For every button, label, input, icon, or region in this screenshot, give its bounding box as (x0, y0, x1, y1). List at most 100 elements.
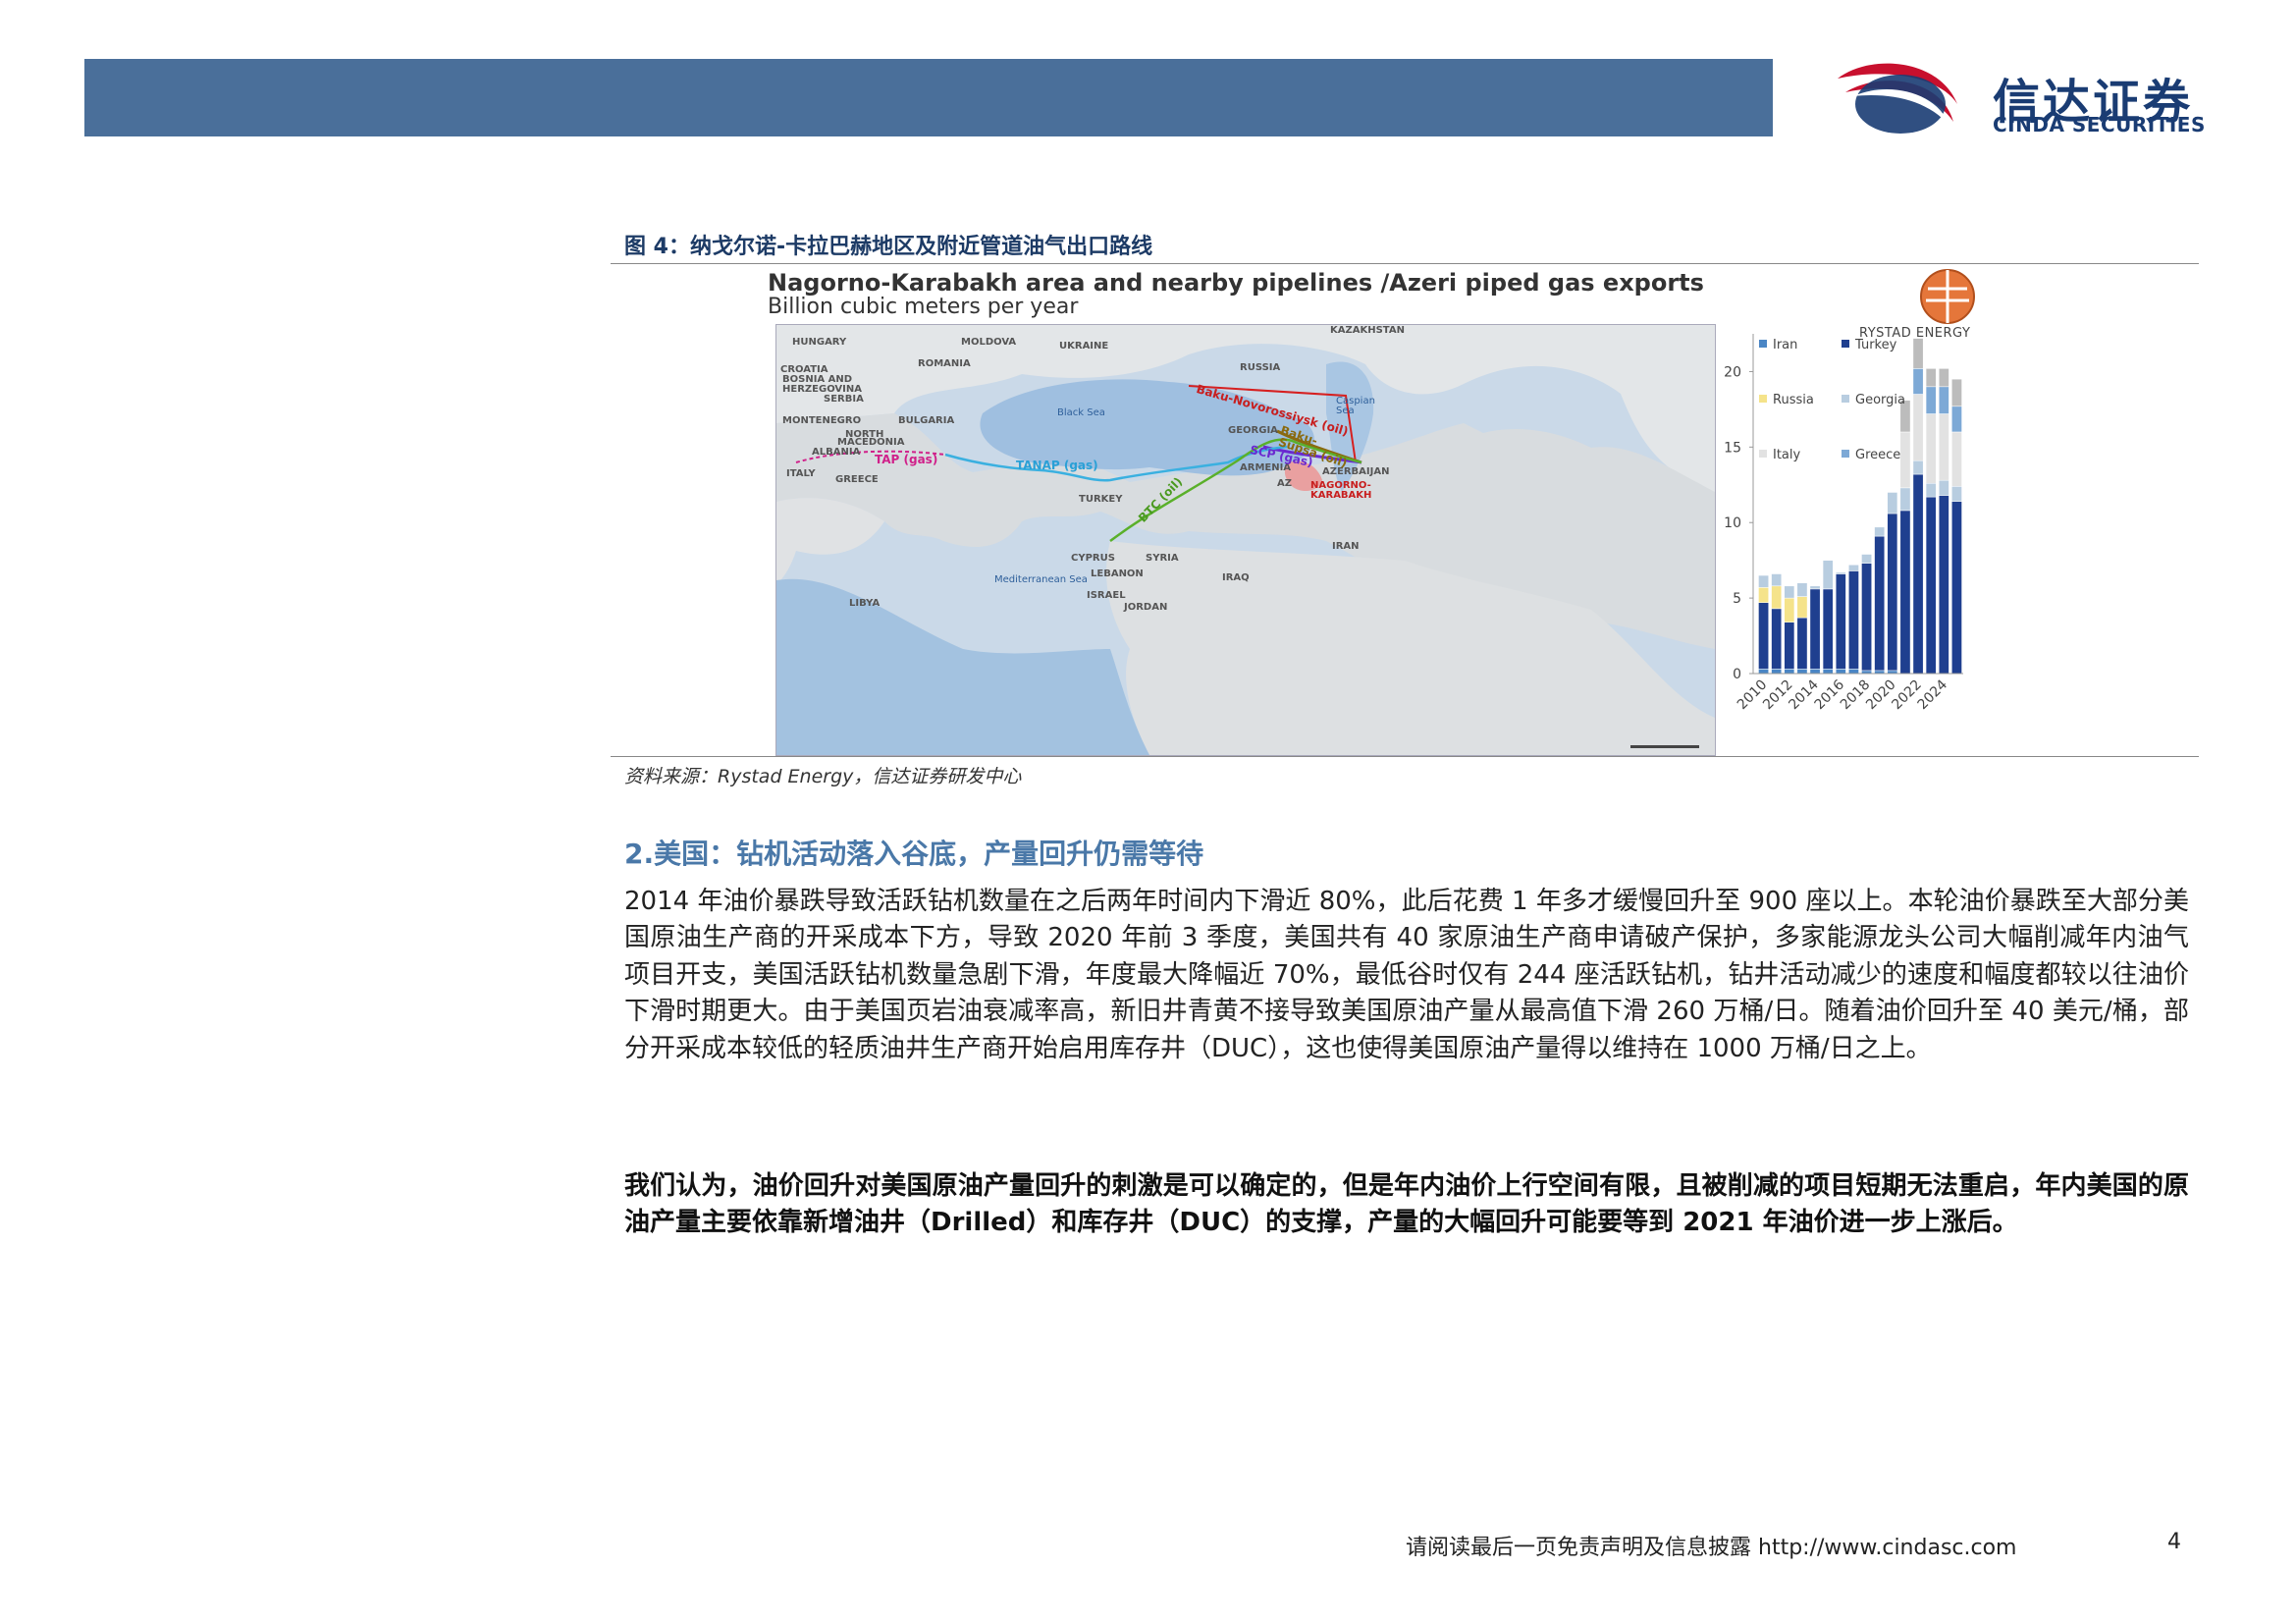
bar-segment (1835, 573, 1846, 670)
bar-segment (1848, 565, 1859, 571)
bar-segment (1938, 495, 1949, 675)
bar-segment (1938, 479, 1949, 496)
bar-segment (1861, 554, 1872, 564)
y-tick-label: 20 (1724, 364, 1741, 380)
bar-segment (1758, 602, 1769, 670)
figure-title: Nagorno-Karabakh area and nearby pipelin… (768, 269, 1704, 297)
map-label-country: MOLDOVA (961, 337, 1017, 348)
region-label-karabakh: KARABAKH (1310, 490, 1372, 501)
legend-label: Greece (1855, 448, 1900, 462)
bar-segment (1771, 573, 1783, 587)
bar-segment (1925, 413, 1937, 484)
legend-swatch (1759, 395, 1767, 403)
map-label-country: ITALY (786, 468, 816, 479)
bar-segment (1925, 368, 1937, 388)
map-label-country: CYPRUS (1071, 553, 1115, 564)
map-label-country: IRAN (1332, 541, 1360, 552)
map-label-country: LEBANON (1091, 568, 1144, 579)
map-label-country: HUNGARY (792, 337, 847, 348)
bar-segment (1758, 669, 1769, 675)
map-label-country: AZ (1277, 478, 1292, 489)
map-label-country: MONTENEGRO (782, 415, 862, 426)
bar-segment (1887, 492, 1898, 514)
caption-rule (611, 263, 2199, 264)
bar-segment (1887, 513, 1898, 672)
map-label-country: TURKEY (1079, 494, 1123, 505)
bar-segment (1771, 669, 1783, 675)
legend-swatch (1842, 450, 1849, 458)
bar-segment (1912, 394, 1924, 461)
bar-segment (1925, 496, 1937, 675)
bar-segment (1758, 574, 1769, 588)
map-label-sea: Mediterranean Sea (994, 574, 1088, 585)
bar-segment (1848, 669, 1859, 675)
bar-segment (1835, 571, 1846, 574)
map-label-country: RUSSIA (1240, 362, 1281, 373)
map-label-country: IRAQ (1222, 572, 1250, 583)
bar-segment (1822, 588, 1834, 670)
legend-label: Iran (1773, 338, 1797, 352)
bar-segment (1796, 669, 1808, 675)
bar-segment (1796, 617, 1808, 670)
pipeline-label-tanap: TANAP (gas) (1016, 459, 1098, 472)
footer-disclaimer: 请阅读最后一页免责声明及信息披露 http://www.cindasc.com (1406, 1536, 2017, 1560)
map-label-country: GEORGIA (1228, 425, 1278, 436)
bar-segment (1848, 570, 1859, 670)
bar-segment (1899, 431, 1911, 489)
bar-segment (1822, 560, 1834, 590)
bar-segment (1951, 406, 1962, 433)
legend-label: Turkey (1854, 338, 1897, 352)
bar-segment (1951, 501, 1962, 675)
header-bar (84, 59, 1773, 136)
bar-segment (1874, 526, 1886, 537)
page-number: 4 (2167, 1530, 2181, 1554)
section-heading: 2.美国：钻机活动落入谷底，产量回升仍需等待 (624, 838, 1204, 870)
bar-segment (1796, 582, 1808, 597)
logo-english-name: CINDA SECURITIES (1993, 113, 2206, 136)
bar-segment (1938, 386, 1949, 414)
map-label-country: JORDAN (1124, 602, 1168, 613)
bar-segment (1784, 669, 1795, 675)
map-label-sea: Sea (1336, 406, 1355, 416)
bar-segment (1796, 596, 1808, 619)
conclusion-paragraph: 我们认为，油价回升对美国原油产量回升的刺激是可以确定的，但是年内油价上行空间有限… (624, 1171, 2189, 1238)
map-label-country: AZERBAIJAN (1322, 466, 1390, 477)
figure-bottom-rule (611, 756, 2199, 757)
bar-segment (1925, 482, 1937, 498)
bar-segment (1784, 622, 1795, 670)
bar-segment (1835, 669, 1846, 675)
map-label-country: UKRAINE (1059, 341, 1109, 352)
x-tick-label: 2024 (1915, 677, 1951, 713)
bar-segment (1771, 608, 1783, 670)
legend-label: Russia (1773, 393, 1814, 407)
bar-segment (1771, 585, 1783, 610)
map-label-country: ALBANIA (812, 447, 861, 458)
legend-label: Georgia (1855, 393, 1905, 407)
map-label-country: GREECE (835, 474, 879, 485)
map-label-country: SYRIA (1146, 553, 1179, 564)
map-label-country: ISRAEL (1087, 590, 1126, 601)
exports-bar-chart: 0510152020102012201420162018202020222024… (1724, 334, 1963, 713)
map-shapes (776, 325, 1715, 755)
map-label-country: BULGARIA (898, 415, 955, 426)
bar-segment (1861, 563, 1872, 672)
bar-segment (1758, 587, 1769, 603)
figure-subtitle: Billion cubic meters per year (768, 295, 1079, 319)
bar-segment (1912, 473, 1924, 675)
bar-segment (1899, 487, 1911, 512)
body-paragraph: 2014 年油价暴跌导致活跃钻机数量在之后两年时间内下滑近 80%，此后花费 1… (624, 887, 2189, 1063)
bar-segment (1809, 588, 1821, 670)
map-label-sea: Black Sea (1057, 407, 1105, 418)
map-label-country: SERBIA (824, 394, 864, 405)
bar-segment (1784, 585, 1795, 599)
legend-swatch (1842, 395, 1849, 403)
bar-segment (1912, 338, 1924, 369)
bar-segment (1938, 368, 1949, 388)
bar-segment (1899, 510, 1911, 675)
bar-segment (1912, 368, 1924, 395)
legend-swatch (1759, 340, 1767, 348)
map-label-country: LIBYA (849, 598, 881, 609)
figure-source: 资料来源：Rystad Energy，信达证券研发中心 (624, 766, 1022, 787)
bar-segment (1822, 669, 1834, 675)
y-tick-label: 10 (1724, 515, 1741, 531)
